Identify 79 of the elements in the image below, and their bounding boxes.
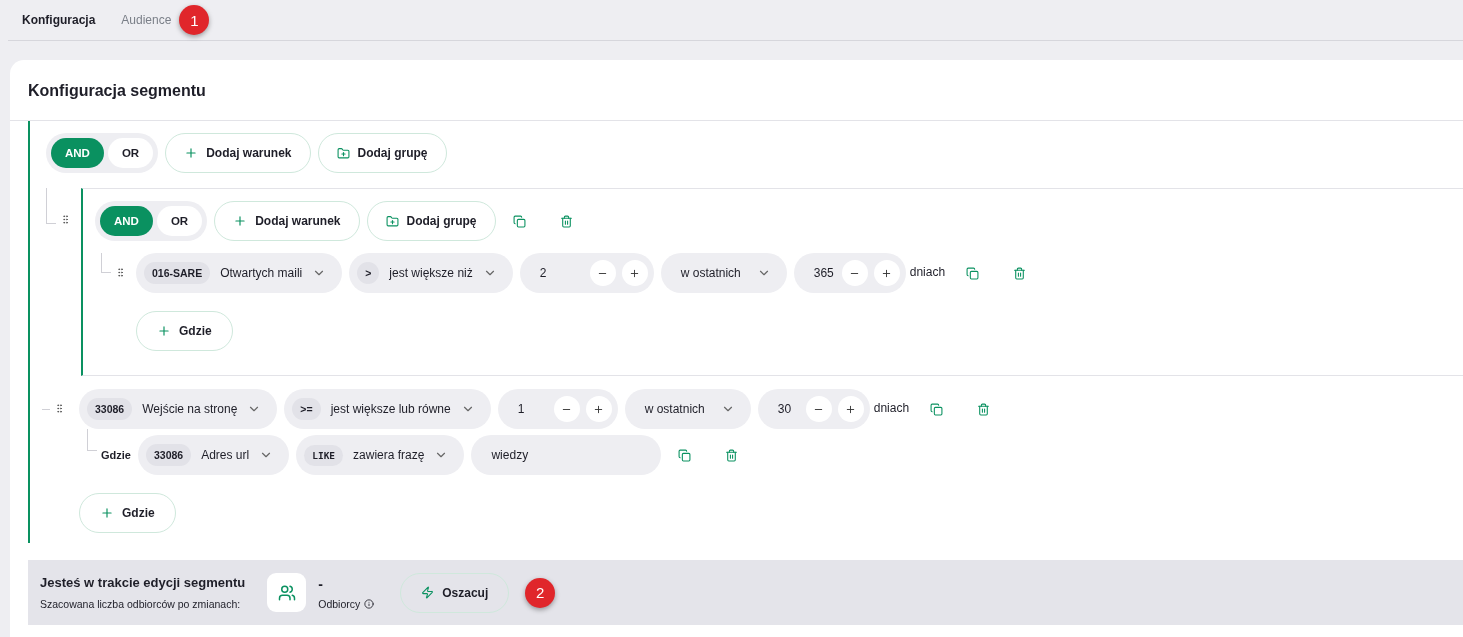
stepper-value: 2 [539, 266, 548, 280]
logic-option[interactable]: OR [156, 206, 203, 236]
attribute-select[interactable]: 33086 Adres url [137, 435, 290, 475]
delete-button[interactable] [725, 448, 739, 462]
folder-plus-icon [336, 146, 350, 160]
attribute-select[interactable]: 33086 Wejście na stronę [79, 389, 278, 429]
tab[interactable]: Konfiguracja [22, 13, 96, 27]
add-condition-button[interactable]: Dodaj warunek [214, 201, 360, 241]
select-label: jest większe lub równe [330, 402, 451, 416]
select-label: w ostatnich [680, 266, 741, 280]
panel-title: Konfiguracja segmentu [10, 60, 1463, 121]
select-label: jest większe niż [389, 266, 473, 280]
code-tag: > [357, 262, 380, 284]
plus-icon [845, 403, 857, 415]
stepper-value: 1 [517, 402, 526, 416]
drag-handle-icon[interactable] [60, 214, 71, 225]
copy-button[interactable] [966, 266, 980, 280]
add-where-button[interactable]: Gdzie [79, 493, 176, 533]
attribute-select[interactable]: 016-SARE Otwartych maili [136, 253, 343, 293]
tree-connector [42, 409, 50, 410]
where-label: Gdzie [101, 449, 131, 461]
tree-connector [46, 188, 56, 224]
unit-label: dniach [873, 401, 910, 415]
logic-option[interactable]: AND [51, 138, 104, 168]
select-label: Adres url [201, 448, 250, 462]
annotation-marker: 1 [179, 5, 210, 35]
add-group-button[interactable]: Dodaj grupę [366, 201, 496, 241]
info-icon [364, 598, 375, 609]
copy-button[interactable] [930, 402, 944, 416]
add-group-button[interactable]: Dodaj grupę [317, 133, 447, 173]
drag-handle-icon[interactable] [115, 267, 126, 278]
add-where-button[interactable]: Gdzie [136, 311, 233, 351]
operator-select[interactable]: >= jest większe lub równe [284, 389, 491, 429]
stepper-value: 365 [813, 266, 835, 280]
stepper-value: 30 [777, 402, 793, 416]
code-tag: 016-SARE [144, 262, 211, 284]
recipient-label: Odbiorcy [318, 597, 361, 610]
code-tag: 33086 [87, 398, 133, 420]
select-label: zawiera frazę [353, 448, 425, 462]
drag-handle-icon[interactable] [54, 403, 65, 414]
recipient-count: - [318, 575, 324, 592]
tab[interactable]: Audience [121, 13, 172, 27]
footer-subtitle: Szacowana liczba odbiorców po zmianach: [40, 598, 242, 610]
plus-icon [184, 146, 199, 160]
plus-icon [100, 506, 114, 520]
copy-button[interactable] [512, 214, 526, 228]
operator-select[interactable]: LIKE zawiera frazę [296, 435, 465, 475]
code-tag: 33086 [145, 444, 192, 466]
copy-button[interactable] [678, 448, 692, 462]
lightning-icon [421, 586, 435, 599]
annotation-marker: 2 [525, 577, 556, 608]
tree-connector [101, 253, 111, 273]
tree-connector [87, 429, 97, 451]
period-select[interactable]: w ostatnich [624, 389, 751, 429]
plus-icon [233, 214, 248, 228]
delete-button[interactable] [559, 214, 573, 228]
period-select[interactable]: w ostatnich [660, 253, 787, 293]
code-tag: >= [292, 398, 321, 420]
logic-option[interactable]: OR [107, 138, 154, 168]
plus-icon [157, 324, 171, 338]
logic-toggle[interactable]: AND OR [46, 133, 159, 173]
logic-toggle[interactable]: AND OR [95, 201, 208, 241]
users-icon [267, 573, 307, 612]
value-input[interactable]: wiedzy [471, 435, 662, 475]
plus-icon [629, 267, 641, 279]
footer-title: Jesteś w trakcie edycji segmentu [40, 575, 246, 590]
plus-icon [881, 267, 893, 279]
delete-button[interactable] [1013, 266, 1027, 280]
select-label: Wejście na stronę [142, 402, 238, 416]
folder-plus-icon [385, 214, 399, 228]
logic-option[interactable]: AND [100, 206, 153, 236]
select-label: Otwartych maili [220, 266, 303, 280]
add-condition-button[interactable]: Dodaj warunek [165, 133, 311, 173]
delete-button[interactable] [977, 402, 991, 416]
code-tag: LIKE [304, 444, 344, 466]
plus-icon [593, 403, 605, 415]
operator-select[interactable]: > jest większe niż [349, 253, 513, 293]
select-label: w ostatnich [644, 402, 705, 416]
unit-label: dniach [909, 265, 946, 279]
